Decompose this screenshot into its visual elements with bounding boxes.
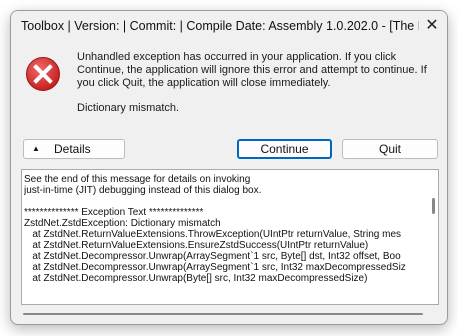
- message-main: Unhandled exception has occurred in your…: [77, 51, 427, 89]
- continue-button[interactable]: Continue: [237, 139, 332, 159]
- exception-details-textbox[interactable]: See the end of this message for details …: [21, 169, 439, 305]
- error-icon: [26, 57, 60, 91]
- exception-details-text: See the end of this message for details …: [24, 174, 406, 284]
- vertical-scrollbar-thumb[interactable]: [432, 198, 435, 214]
- close-icon[interactable]: ✕: [425, 18, 439, 34]
- title-bar[interactable]: Toolbox | Version: | Commit: | Compile D…: [11, 11, 447, 41]
- message-detail: Dictionary mismatch.: [77, 102, 180, 114]
- details-button[interactable]: ▲ Details: [23, 139, 125, 159]
- horizontal-scrollbar[interactable]: [11, 308, 447, 318]
- window-title: Toolbox | Version: | Commit: | Compile D…: [21, 19, 419, 33]
- horizontal-scrollbar-thumb[interactable]: [23, 313, 423, 315]
- error-dialog: Toolbox | Version: | Commit: | Compile D…: [10, 10, 448, 325]
- details-button-label: Details: [54, 142, 91, 156]
- error-message: Unhandled exception has occurred in your…: [77, 51, 437, 115]
- quit-button[interactable]: Quit: [342, 139, 438, 159]
- vertical-scrollbar[interactable]: [428, 170, 438, 304]
- chevron-up-icon: ▲: [32, 144, 40, 153]
